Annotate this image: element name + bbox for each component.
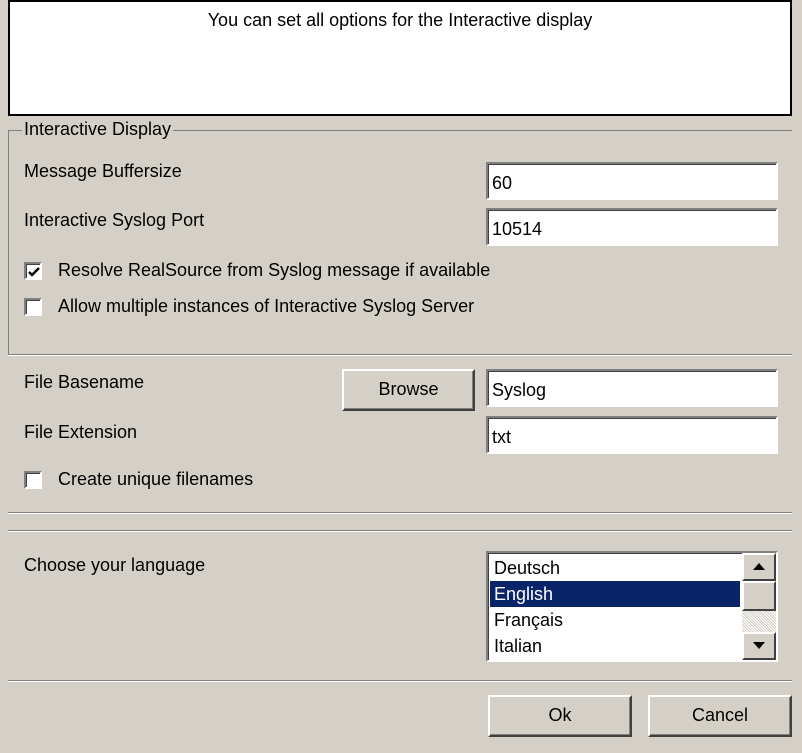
separator [8, 354, 792, 356]
language-option[interactable]: Deutsch [490, 555, 740, 581]
language-label: Choose your language [24, 555, 206, 575]
port-label: Interactive Syslog Port [24, 210, 205, 230]
allow-multiple-instances-label: Allow multiple instances of Interactive … [58, 296, 475, 316]
arrow-down-icon [753, 642, 765, 649]
file-basename-input[interactable] [486, 369, 778, 407]
file-extension-label: File Extension [24, 422, 138, 442]
resolve-realsource-checkbox[interactable] [24, 262, 42, 280]
port-input[interactable] [486, 208, 778, 246]
description-text: You can set all options for the Interact… [207, 10, 593, 30]
browse-button[interactable]: Browse [342, 369, 475, 411]
language-listbox[interactable]: Deutsch English Français Italian [486, 551, 778, 662]
separator [8, 530, 792, 532]
language-scrollbar[interactable] [742, 553, 776, 660]
checkmark-icon [28, 267, 40, 277]
description-panel: You can set all options for the Interact… [8, 0, 792, 116]
buffersize-input[interactable] [486, 162, 778, 200]
resolve-realsource-label: Resolve RealSource from Syslog message i… [58, 260, 491, 280]
create-unique-filenames-checkbox[interactable] [24, 471, 42, 489]
ok-button[interactable]: Ok [488, 695, 632, 737]
language-option[interactable]: Italian [490, 633, 740, 659]
cancel-button[interactable]: Cancel [648, 695, 792, 737]
scroll-thumb[interactable] [742, 581, 776, 611]
allow-multiple-instances-checkbox[interactable] [24, 298, 42, 316]
file-basename-label: File Basename [24, 372, 145, 392]
scroll-up-button[interactable] [742, 553, 776, 581]
language-option[interactable]: Français [490, 607, 740, 633]
create-unique-filenames-label: Create unique filenames [58, 469, 254, 489]
file-extension-input[interactable] [486, 416, 778, 454]
arrow-up-icon [753, 563, 765, 570]
buffersize-label: Message Buffersize [24, 161, 182, 181]
scroll-down-button[interactable] [742, 632, 776, 660]
interactive-display-group-title: Interactive Display [22, 119, 174, 140]
separator [8, 512, 792, 514]
language-option-selected[interactable]: English [490, 581, 740, 607]
separator [8, 680, 792, 682]
